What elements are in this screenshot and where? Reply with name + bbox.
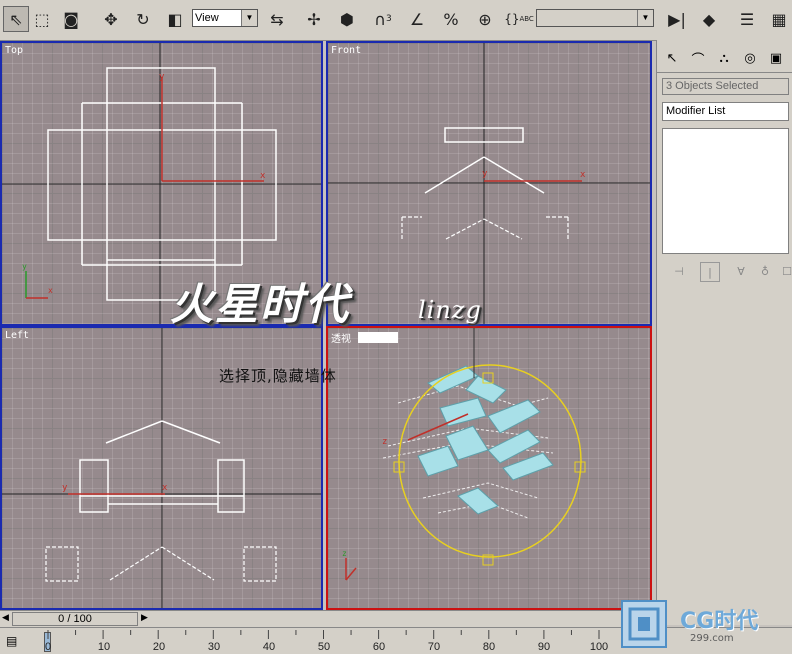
spinner-snap-icon[interactable]: ⊕ — [472, 6, 498, 32]
layers-icon[interactable]: ☰ — [734, 6, 760, 32]
modify-tab-icon[interactable]: ⌒ — [687, 47, 709, 69]
watermark-author: linzg — [418, 296, 482, 324]
track-tick-label: 10 — [97, 641, 111, 653]
time-slider[interactable]: 0 / 100 — [12, 612, 138, 626]
show-end-result-icon[interactable]: | — [700, 262, 720, 282]
svg-text:z: z — [382, 437, 387, 447]
configure-sets-icon[interactable]: ☐ — [778, 262, 792, 280]
align-icon[interactable]: ◆ — [696, 6, 722, 32]
curve-editor-icon[interactable]: ▦ — [766, 6, 792, 32]
pin-stack-icon[interactable]: ⊣ — [670, 262, 688, 280]
motion-tab-icon[interactable]: ◎ — [739, 47, 761, 69]
track-tick-label: 90 — [537, 641, 551, 653]
svg-text:x: x — [580, 170, 586, 180]
track-tick-label: 100 — [589, 641, 609, 653]
remove-modifier-icon[interactable]: ♁ — [756, 262, 774, 280]
command-panel-tabs: ↖ ⌒ ⛬ ◎ ▣ — [657, 44, 792, 73]
svg-text:y: y — [482, 169, 488, 179]
svg-text:x: x — [48, 286, 53, 295]
front-view-geometry: y x — [328, 43, 650, 324]
track-tick-label: 30 — [207, 641, 221, 653]
prev-frame-icon[interactable]: ◀ — [2, 612, 9, 623]
track-tick-label: 70 — [427, 641, 441, 653]
box-icon[interactable]: ⬢ — [334, 6, 360, 32]
watermark-title: 火星时代 — [170, 280, 350, 330]
select-region-icon[interactable]: ⬚ — [29, 6, 55, 32]
named-selection-dropdown[interactable]: ▼ — [536, 9, 654, 27]
pivot-icon[interactable]: ✢ — [301, 6, 327, 32]
modifier-list-dropdown[interactable]: Modifier List — [662, 102, 789, 121]
stack-tools: ⊣ | ∀ ♁ ☐ — [662, 260, 792, 282]
axis-y-label: y — [159, 72, 165, 82]
command-panel: ↖ ⌒ ⛬ ◎ ▣ 3 Objects Selected Modifier Li… — [656, 40, 792, 625]
track-tick-label: 0 — [44, 641, 52, 653]
tutorial-caption: 选择顶,隐藏墙体 — [219, 367, 337, 385]
svg-text:z: z — [342, 549, 347, 558]
viewport-perspective[interactable]: 透视 z z — [326, 326, 652, 610]
rotate-icon[interactable]: ↻ — [130, 6, 156, 32]
hierarchy-tab-icon[interactable]: ⛬ — [713, 47, 735, 69]
track-tick-label: 60 — [372, 641, 386, 653]
angle-snap-icon[interactable]: ∠ — [404, 6, 430, 32]
perspective-view-geometry: z z — [342, 328, 586, 581]
logo-text: CG时代 — [680, 609, 759, 634]
select-object-icon[interactable]: ⇖ — [3, 6, 29, 32]
track-tick-label: 80 — [482, 641, 496, 653]
selection-name-field[interactable]: 3 Objects Selected — [662, 78, 789, 95]
time-slider-bar: ◀ 0 / 100 ▶ — [0, 610, 656, 627]
display-tab-icon[interactable]: ▣ — [765, 47, 787, 69]
percent-snap-icon[interactable]: % — [438, 6, 464, 32]
reference-coordinate-value: View — [195, 12, 219, 24]
axis-x-label: x — [260, 171, 266, 181]
chevron-down-icon: ▼ — [241, 10, 257, 26]
modifier-stack[interactable] — [662, 128, 789, 254]
svg-text:x: x — [162, 483, 168, 493]
reference-coordinate-dropdown[interactable]: View ▼ — [192, 9, 258, 27]
track-tick-label: 20 — [152, 641, 166, 653]
snap-3d-icon[interactable]: ∩ 3 — [370, 6, 396, 32]
viewport-front[interactable]: Front y x — [326, 41, 652, 326]
chevron-down-icon: ▼ — [637, 10, 653, 26]
make-unique-icon[interactable]: ∀ — [732, 262, 750, 280]
edit-named-selection-icon[interactable]: {} ABC — [504, 6, 534, 32]
window-crossing-icon[interactable]: ◙ — [58, 6, 84, 32]
track-tick-label: 40 — [262, 641, 276, 653]
svg-text:y: y — [22, 262, 27, 271]
next-frame-icon[interactable]: ▶ — [141, 612, 148, 623]
move-icon[interactable]: ✥ — [98, 6, 124, 32]
logo-url: 299.com — [690, 633, 734, 644]
mirror-icon[interactable]: ⇆ — [264, 6, 290, 32]
mirror-tool-icon[interactable]: ▶| — [664, 6, 690, 32]
main-toolbar: ⇖ ⬚ ◙ ✥ ↻ ◧ View ▼ ⇆ ✢ ⬢ ∩ 3 ∠ % ⊕ {} ABC … — [0, 0, 792, 41]
open-mini-curve-editor-icon[interactable]: ▤ — [6, 634, 17, 648]
track-tick-label: 50 — [317, 641, 331, 653]
svg-text:y: y — [62, 483, 68, 493]
create-tab-icon[interactable]: ↖ — [661, 47, 683, 69]
scale-icon[interactable]: ◧ — [162, 6, 188, 32]
